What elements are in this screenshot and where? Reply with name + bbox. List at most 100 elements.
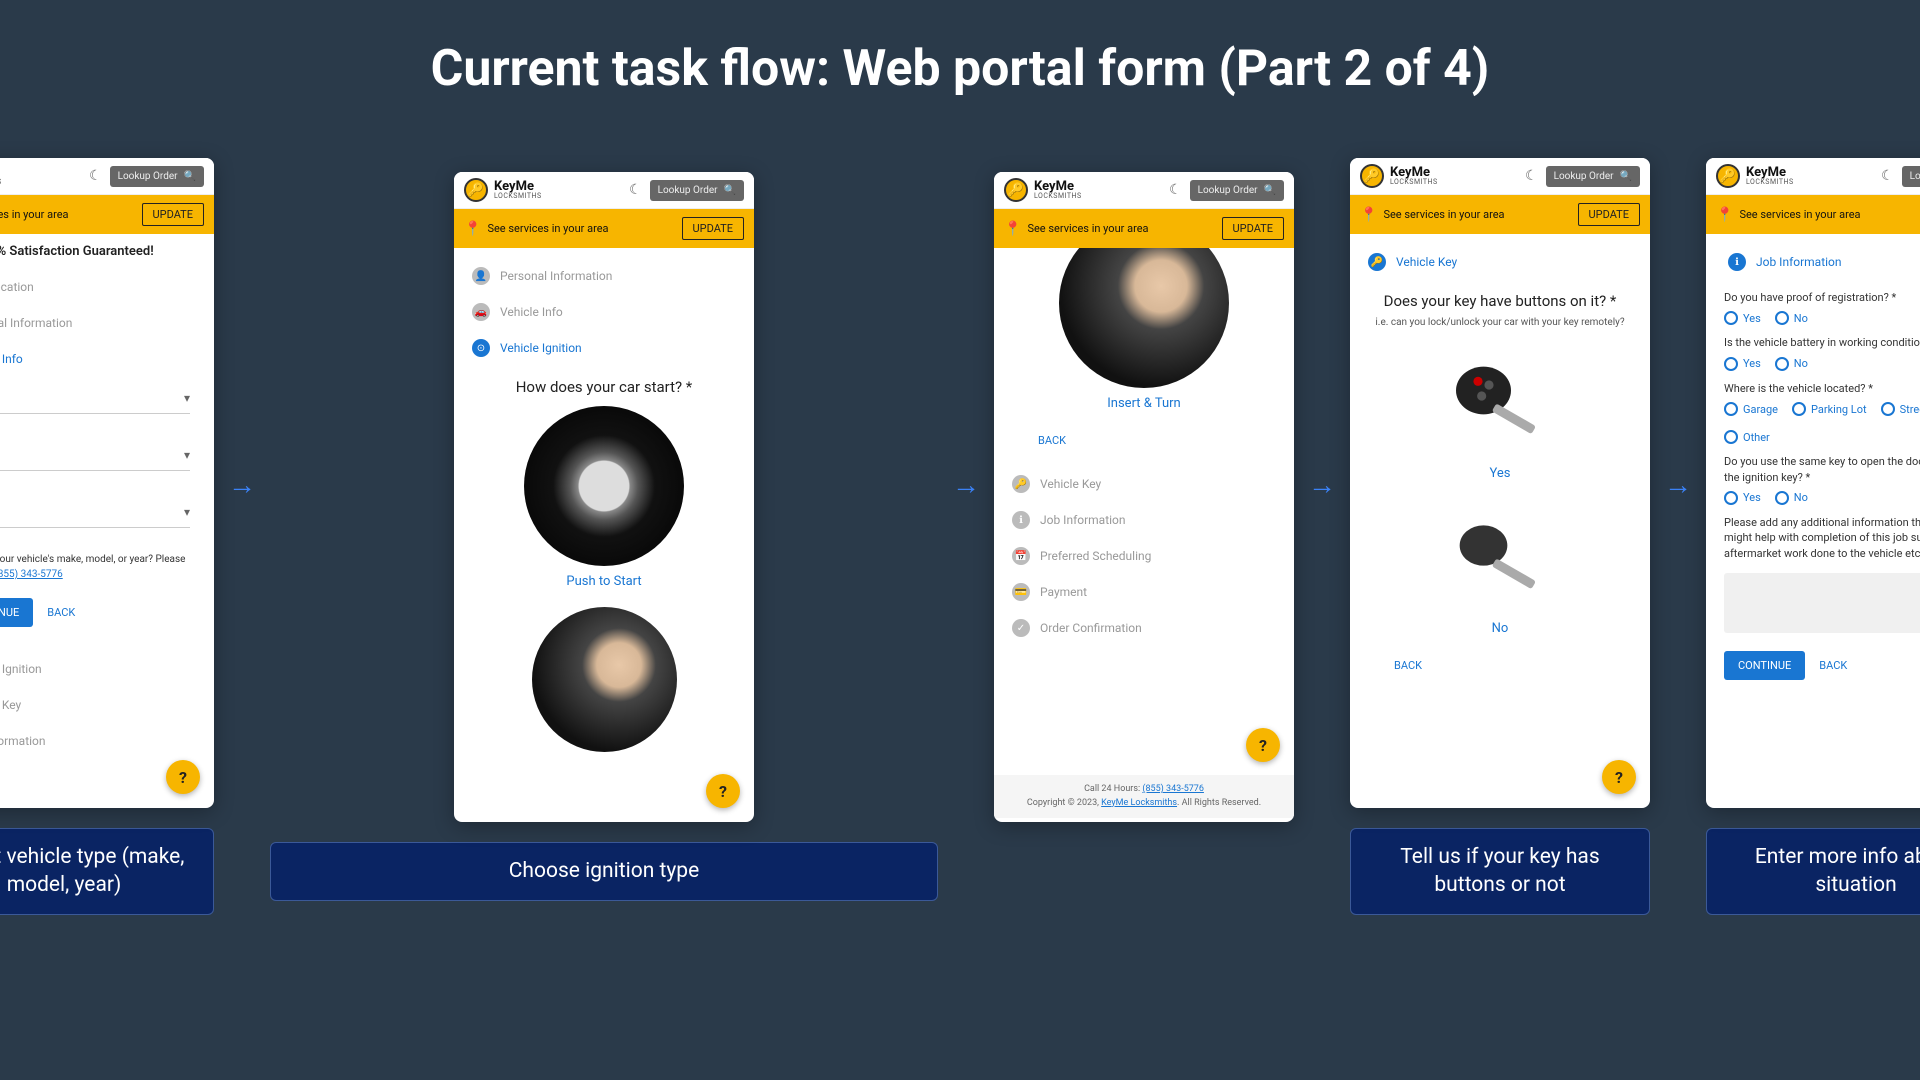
update-button[interactable]: UPDATE	[682, 217, 744, 240]
continue-button[interactable]: CONTINUE	[1724, 651, 1805, 680]
key-no-option[interactable]: No	[1364, 499, 1636, 654]
radio-no[interactable]: No	[1775, 491, 1808, 505]
lookup-order-button[interactable]: Lookup Order🔍	[1546, 166, 1640, 187]
back-button[interactable]: BACK	[1819, 659, 1847, 672]
phone-link[interactable]: (855) 343-5776	[0, 569, 63, 580]
key-no-buttons-icon	[1445, 507, 1555, 617]
help-fab[interactable]: ?	[166, 760, 200, 794]
step-job-info[interactable]: ℹJob Information	[1724, 244, 1920, 280]
step-vehicle-key[interactable]: 🔑Vehicle Key	[1364, 244, 1636, 280]
step-vehicle-ignition[interactable]: ⊙Vehicle Ignition	[0, 651, 200, 687]
help-fab[interactable]: ?	[1602, 760, 1636, 794]
dark-mode-icon[interactable]: ☾	[1525, 168, 1538, 184]
logo-icon: 🔑	[464, 178, 488, 202]
help-text: Don't see your vehicle's make, model, or…	[0, 552, 190, 582]
insert-turn-image-partial[interactable]	[532, 607, 677, 752]
year-select[interactable]: Year *▾	[0, 495, 190, 528]
radio-other[interactable]: Other	[1724, 430, 1770, 444]
screen-ignition-2: 🔑KeyMeLOCKSMITHS ☾Lookup Order🔍 📍See ser…	[994, 172, 1294, 822]
update-button[interactable]: UPDATE	[1222, 217, 1284, 240]
screen-vehicle-key: 🔑KeyMeLOCKSMITHS ☾Lookup Order🔍 📍See ser…	[1350, 158, 1650, 808]
dark-mode-icon[interactable]: ☾	[89, 168, 102, 184]
satisfaction-text: 100% Satisfaction Guaranteed!	[0, 244, 200, 259]
additional-info-textarea[interactable]	[1724, 573, 1920, 633]
step-personal-info[interactable]: 👤Personal Information	[0, 305, 200, 341]
help-fab[interactable]: ?	[706, 774, 740, 808]
services-text: See services in your area	[0, 208, 69, 221]
calendar-icon: 📅	[1012, 547, 1030, 565]
insert-turn-label[interactable]: Insert & Turn	[1008, 396, 1280, 411]
dark-mode-icon[interactable]: ☾	[1169, 182, 1182, 198]
step-job-info[interactable]: ℹJob Information	[0, 723, 200, 759]
search-icon: 🔍	[1264, 185, 1276, 196]
step-job-info[interactable]: ℹJob Information	[1008, 502, 1280, 538]
radio-no[interactable]: No	[1775, 311, 1808, 325]
key-yes-option[interactable]: Yes	[1364, 344, 1636, 499]
lookup-order-button[interactable]: Lookup Order🔍	[650, 180, 744, 201]
push-to-start-label[interactable]: Push to Start	[468, 574, 740, 589]
step-personal-info[interactable]: 👤Personal Information	[468, 258, 740, 294]
radio-parking-lot[interactable]: Parking Lot	[1792, 402, 1867, 416]
arrow-icon: →	[1650, 468, 1706, 501]
update-button[interactable]: UPDATE	[1578, 203, 1640, 226]
lookup-order-button[interactable]: Lookup Order🔍	[1902, 166, 1920, 187]
step-vehicle-info[interactable]: 🚗Vehicle Info	[0, 341, 200, 377]
step-vehicle-ignition[interactable]: ⊙Vehicle Ignition	[468, 330, 740, 366]
radio-no[interactable]: No	[1775, 357, 1808, 371]
brand-sub: LOCKSMITHS	[0, 179, 2, 186]
topbar: 🔑KeyMeLOCKSMITHS ☾Lookup Order🔍	[1706, 158, 1920, 195]
step-payment[interactable]: 💳Payment	[1008, 574, 1280, 610]
push-to-start-image[interactable]	[524, 406, 684, 566]
payment-icon: 💳	[1012, 583, 1030, 601]
question-ignition: How does your car start? *	[468, 378, 740, 396]
check-icon: ✓	[1012, 619, 1030, 637]
topbar: 🔑KeyMeLOCKSMITHS ☾Lookup Order🔍	[1350, 158, 1650, 195]
footer-company-link[interactable]: KeyMe Locksmiths	[1101, 798, 1177, 808]
lookup-order-button[interactable]: Lookup Order🔍	[1190, 180, 1284, 201]
search-icon: 🔍	[184, 171, 196, 182]
chevron-down-icon: ▾	[184, 448, 190, 462]
step-order-confirmation[interactable]: ✓Order Confirmation	[1008, 610, 1280, 646]
screen-vehicle-info: 🔑 KeyMe LOCKSMITHS ☾ Lookup Order🔍 📍See …	[0, 158, 214, 808]
q-registration: Do you have proof of registration? *	[1724, 290, 1920, 305]
radio-street[interactable]: Street	[1881, 402, 1920, 416]
radio-yes[interactable]: Yes	[1724, 491, 1761, 505]
chevron-down-icon: ▾	[184, 505, 190, 519]
lookup-order-button[interactable]: Lookup Order🔍	[110, 166, 204, 187]
step-preferred-scheduling[interactable]: 📅Preferred Scheduling	[1008, 538, 1280, 574]
continue-button[interactable]: CONTINUE	[0, 598, 33, 627]
back-button[interactable]: BACK	[47, 606, 75, 619]
back-button[interactable]: BACK	[1394, 659, 1422, 672]
help-fab[interactable]: ?	[1246, 728, 1280, 762]
pin-icon: 📍	[1004, 221, 1021, 237]
radio-yes[interactable]: Yes	[1724, 311, 1761, 325]
dark-mode-icon[interactable]: ☾	[629, 182, 642, 198]
search-icon: 🔍	[1620, 171, 1632, 182]
radio-garage[interactable]: Garage	[1724, 402, 1778, 416]
flow-row: 🔑 KeyMe LOCKSMITHS ☾ Lookup Order🔍 📍See …	[60, 158, 1860, 915]
services-bar: 📍See services in your area UPDATE	[0, 195, 214, 234]
step-vehicle-key[interactable]: 🔑Vehicle Key	[1008, 466, 1280, 502]
back-button[interactable]: BACK	[1038, 434, 1066, 447]
footer-phone-link[interactable]: (855) 343-5776	[1142, 784, 1204, 794]
dark-mode-icon[interactable]: ☾	[1881, 168, 1894, 184]
insert-turn-image[interactable]	[1059, 248, 1229, 388]
make-select[interactable]: Make *▾	[0, 381, 190, 414]
search-icon: 🔍	[724, 185, 736, 196]
q-same-key: Do you use the same key to open the door…	[1724, 454, 1920, 485]
step-your-location[interactable]: 📍Your Location	[0, 269, 200, 305]
caption-4: Tell us if your key has buttons or not	[1350, 828, 1650, 915]
caption-2: Choose ignition type	[270, 842, 938, 900]
model-select[interactable]: Model *▾	[0, 438, 190, 471]
no-label: No	[1492, 621, 1509, 636]
radio-yes[interactable]: Yes	[1724, 357, 1761, 371]
key-icon: 🔑	[1368, 253, 1386, 271]
question-sub: i.e. can you lock/unlock your car with y…	[1364, 316, 1636, 330]
pin-icon: 📍	[464, 221, 481, 237]
update-button[interactable]: UPDATE	[142, 203, 204, 226]
arrow-icon: →	[938, 468, 994, 501]
step-vehicle-key[interactable]: 🔑Vehicle Key	[0, 687, 200, 723]
page-title: Current task flow: Web portal form (Part…	[60, 40, 1860, 98]
step-vehicle-info[interactable]: 🚗Vehicle Info	[468, 294, 740, 330]
q-location: Where is the vehicle located? *	[1724, 381, 1920, 396]
